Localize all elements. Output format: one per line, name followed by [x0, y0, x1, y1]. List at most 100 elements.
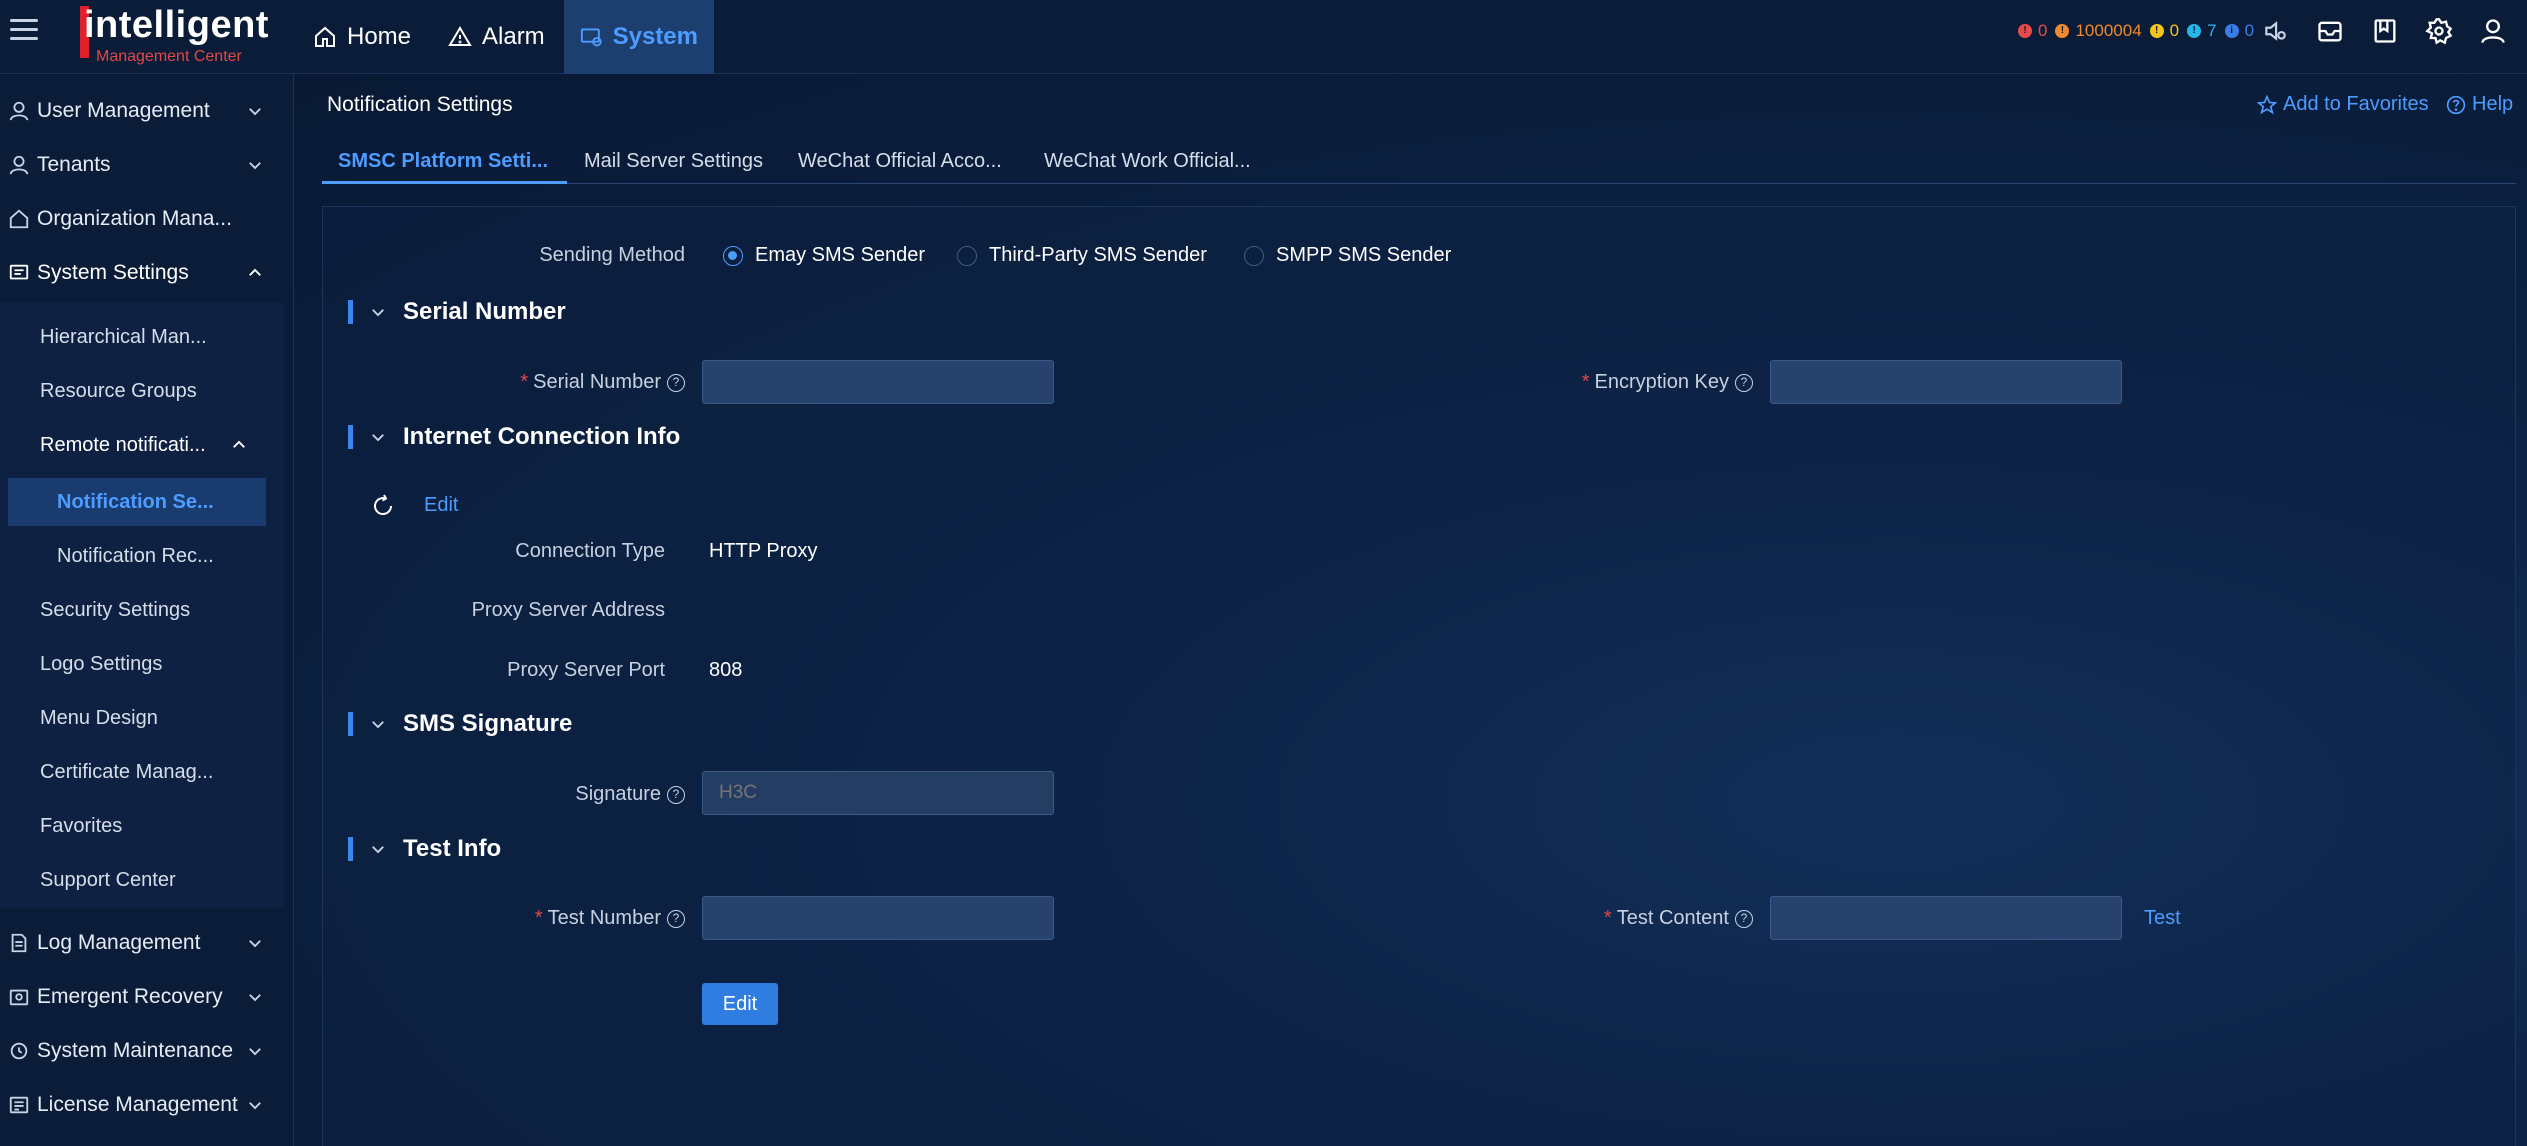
signature-label: Signature?: [480, 783, 685, 806]
message-icon[interactable]: [2313, 14, 2347, 48]
serial-number-input[interactable]: [702, 360, 1054, 404]
sidebar-item-logo-settings[interactable]: Logo Settings: [40, 641, 162, 687]
maintenance-icon: [10, 1042, 28, 1060]
sidebar-item-license-management[interactable]: License Management: [0, 1082, 290, 1128]
sidebar-item-organization[interactable]: Organization Mana...: [0, 196, 290, 242]
sidebar-item-support-center[interactable]: Support Center: [40, 857, 176, 903]
proxy-address-label: Proxy Server Address: [471, 599, 665, 621]
sidebar-item-log-management[interactable]: Log Management: [0, 920, 290, 966]
gear-icon[interactable]: [2422, 14, 2456, 48]
chevron-down-icon[interactable]: [369, 303, 387, 321]
home-icon: [315, 26, 335, 47]
status-warning[interactable]: ! 7: [2187, 21, 2217, 41]
section-test-info: Test Info: [348, 835, 501, 863]
required-mark: *: [520, 371, 529, 393]
radio-third-party-sms[interactable]: Third-Party SMS Sender: [957, 244, 1207, 267]
chevron-down-icon: [249, 108, 261, 116]
add-to-favorites-link[interactable]: Add to Favorites: [2257, 93, 2429, 116]
proxy-port-label: Proxy Server Port: [507, 659, 665, 681]
sidebar-item-remote-notification[interactable]: Remote notificati...: [0, 422, 290, 468]
sidebar-item-favorites[interactable]: Favorites: [40, 803, 122, 849]
sidebar-item-security-settings[interactable]: Security Settings: [40, 587, 190, 633]
help-icon[interactable]: ?: [1735, 374, 1753, 392]
sound-settings-icon[interactable]: [2262, 18, 2288, 44]
edit-button[interactable]: Edit: [702, 983, 778, 1025]
connection-type-label: Connection Type: [515, 540, 665, 562]
page-title: Notification Settings: [327, 93, 513, 116]
book-icon[interactable]: [2368, 14, 2402, 48]
nav-alarm[interactable]: Alarm: [432, 0, 561, 74]
chevron-down-icon: [249, 994, 261, 1002]
section-bar: [348, 712, 353, 736]
menu-icon[interactable]: [10, 19, 38, 41]
settings-icon: [9, 264, 29, 280]
tab-mail-server[interactable]: Mail Server Settings: [584, 150, 763, 184]
sidebar-item-notification-settings[interactable]: Notification Se...: [57, 479, 214, 525]
required-mark: *: [1581, 371, 1590, 393]
nav-home[interactable]: Home: [297, 0, 427, 74]
chevron-down-icon[interactable]: [369, 840, 387, 858]
help-icon[interactable]: ?: [667, 910, 685, 928]
radio-emay-sms[interactable]: Emay SMS Sender: [723, 244, 925, 267]
sidebar-item-system-maintenance[interactable]: System Maintenance: [0, 1028, 290, 1074]
logo: intelligent Management Center: [76, 4, 276, 70]
sidebar-item-resource-groups[interactable]: Resource Groups: [40, 368, 197, 414]
alarm-status-counters: ! 0 ! 1000004 ! 0 ! 7 i0: [2018, 18, 2288, 44]
help-icon[interactable]: ?: [667, 374, 685, 392]
logo-text: intelligent: [84, 4, 269, 46]
radio-smpp-sms[interactable]: SMPP SMS Sender: [1244, 244, 1451, 267]
log-icon: [11, 933, 27, 953]
logo-subtext: Management Center: [96, 48, 242, 65]
radio-unchecked-icon: [957, 245, 977, 266]
recovery-icon: [9, 989, 29, 1006]
sidebar-item-menu-design[interactable]: Menu Design: [40, 695, 158, 741]
section-internet-connection: Internet Connection Info: [348, 423, 680, 451]
user-icon[interactable]: [2476, 14, 2510, 48]
status-minor[interactable]: ! 0: [2149, 21, 2179, 41]
sidebar-item-user-management[interactable]: User Management: [0, 88, 290, 134]
status-major[interactable]: ! 1000004: [2055, 21, 2142, 41]
sidebar-item-emergent-recovery[interactable]: Emergent Recovery: [0, 974, 290, 1020]
test-link[interactable]: Test: [2144, 907, 2181, 930]
tenant-icon: [9, 155, 29, 175]
help-icon[interactable]: ?: [667, 786, 685, 804]
user-icon: [9, 101, 29, 121]
chevron-down-icon[interactable]: [369, 715, 387, 733]
chevron-down-icon: [249, 940, 261, 948]
status-info[interactable]: i0: [2224, 21, 2254, 41]
license-icon: [9, 1096, 29, 1114]
chevron-down-icon: [249, 1102, 261, 1110]
chevron-down-icon[interactable]: [369, 428, 387, 446]
nav-system[interactable]: System: [564, 0, 714, 74]
test-number-label: * Test Number?: [480, 907, 685, 930]
test-content-label: * Test Content?: [1549, 907, 1753, 930]
tab-wechat-official[interactable]: WeChat Official Acco...: [798, 150, 1002, 184]
section-serial-number: Serial Number: [348, 298, 566, 326]
connection-type-value: HTTP Proxy: [709, 540, 818, 562]
nav-home-label: Home: [347, 23, 412, 50]
serial-number-label: * Serial Number?: [480, 371, 685, 394]
edit-connection-link[interactable]: Edit: [424, 494, 458, 517]
refresh-icon[interactable]: [371, 494, 395, 518]
chevron-down-icon: [249, 1048, 261, 1056]
test-number-input[interactable]: [702, 896, 1054, 940]
help-icon[interactable]: ?: [1735, 910, 1753, 928]
encryption-key-input[interactable]: [1770, 360, 2122, 404]
status-critical[interactable]: ! 0: [2018, 21, 2047, 41]
chevron-up-icon: [249, 268, 261, 276]
required-mark: *: [1603, 907, 1612, 929]
test-content-input[interactable]: [1770, 896, 2122, 940]
sidebar-item-system-settings[interactable]: System Settings: [0, 250, 290, 296]
tab-wechat-work[interactable]: WeChat Work Official...: [1044, 150, 1251, 184]
section-bar: [348, 300, 353, 324]
sidebar-item-tenants[interactable]: Tenants: [0, 142, 290, 188]
sidebar-item-notification-records[interactable]: Notification Rec...: [57, 533, 214, 579]
top-bar: intelligent Management Center Home Alarm…: [0, 0, 2527, 74]
help-icon: [2446, 95, 2466, 114]
tab-smsc-platform[interactable]: SMSC Platform Setti...: [322, 150, 567, 184]
sidebar-item-certificate[interactable]: Certificate Manag...: [40, 749, 213, 795]
help-link[interactable]: Help: [2446, 93, 2513, 116]
sidebar-item-hierarchical[interactable]: Hierarchical Man...: [40, 314, 207, 360]
signature-input[interactable]: [702, 771, 1054, 815]
nav-system-label: System: [612, 23, 698, 50]
